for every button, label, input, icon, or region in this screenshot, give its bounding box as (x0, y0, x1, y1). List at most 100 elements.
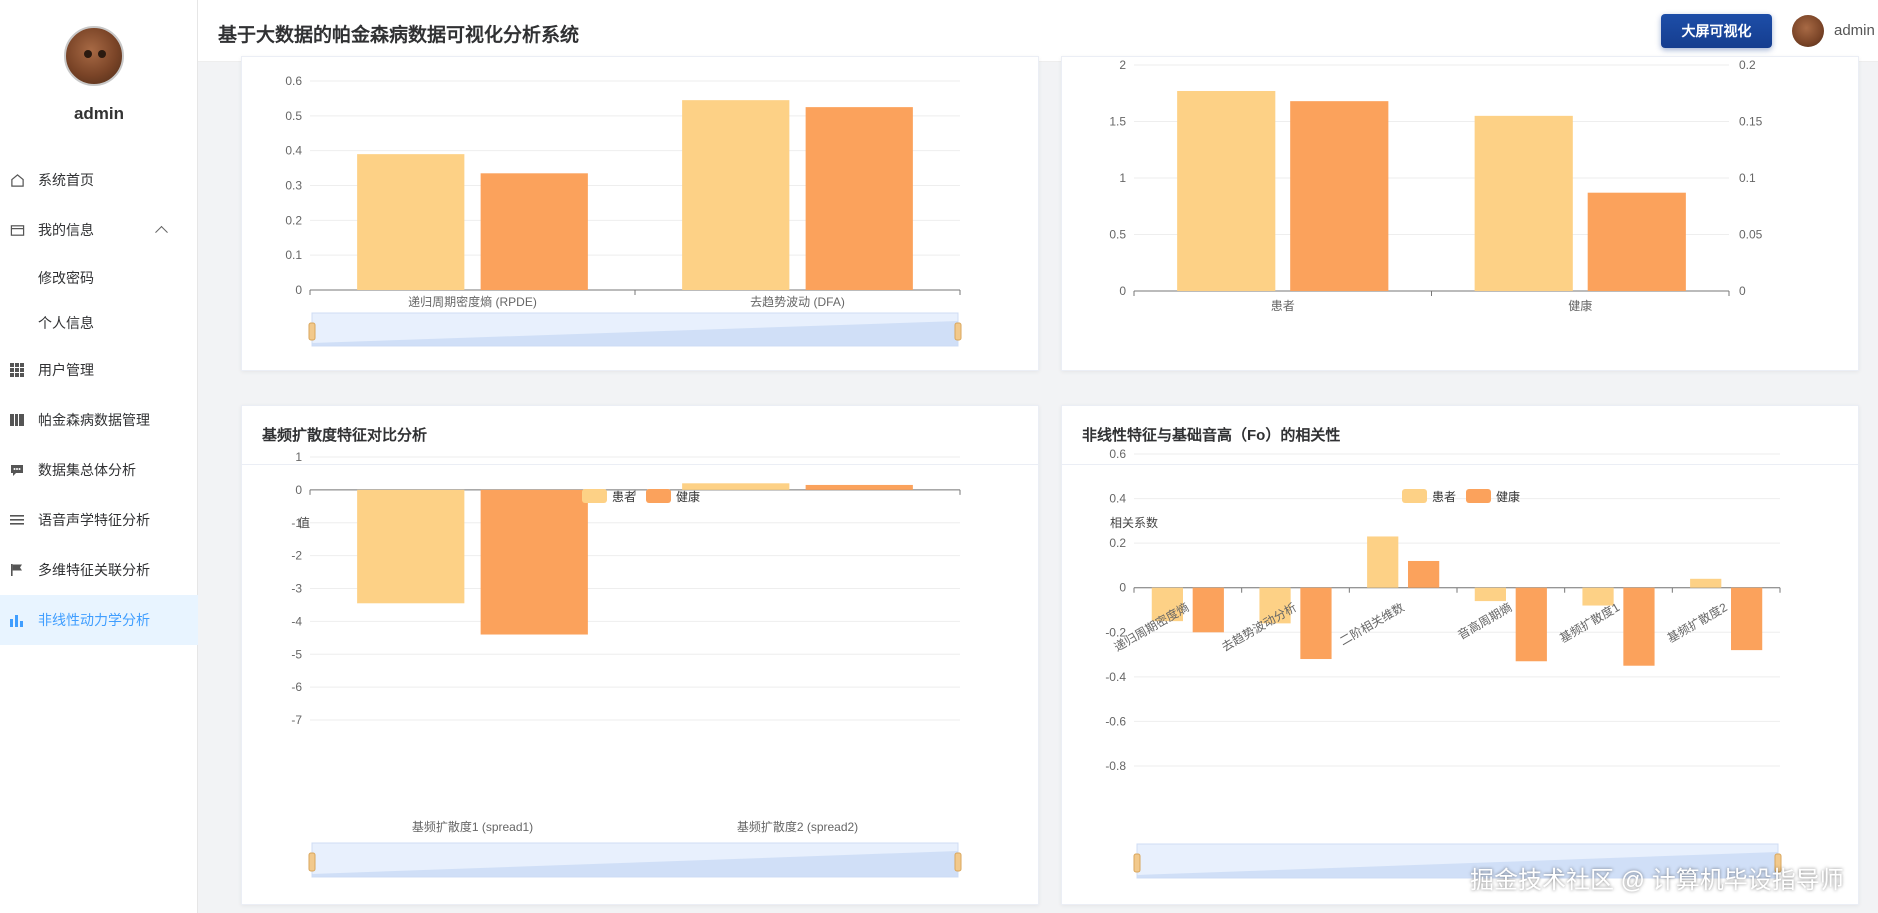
sidebar-item-label: 帕金森病数据管理 (38, 412, 150, 428)
y-tick-label: 0.1 (285, 248, 302, 262)
sidebar-item-acoustic[interactable]: 语音声学特征分析 (0, 495, 198, 545)
datazoom-handle (954, 322, 962, 341)
legend-label: 健康 (1496, 489, 1520, 504)
header-username[interactable]: admin (1834, 22, 1875, 39)
chart-bar (1515, 587, 1547, 662)
y-tick-label: 0.6 (1109, 447, 1126, 461)
y-tick-label: 0.5 (285, 109, 302, 123)
y-tick-label: 0.2 (285, 213, 302, 227)
sidebar-item-pd-data[interactable]: 帕金森病数据管理 (0, 395, 198, 445)
sidebar-item-multi-feature[interactable]: 多维特征关联分析 (0, 545, 198, 595)
sidebar-item-nonlinear[interactable]: 非线性动力学分析 (0, 595, 198, 645)
y-tick-label: 0.2 (1109, 536, 1126, 550)
y-tick-label: 1 (1119, 171, 1126, 185)
datazoom-handle (308, 322, 316, 341)
y-tick-label: 0.4 (1109, 492, 1126, 506)
list-icon (9, 512, 25, 528)
legend-swatch (1466, 489, 1491, 503)
y-tick-label: 1.5 (1109, 115, 1126, 129)
watermark: 掘金技术社区 @ 计算机毕设指导师 (1470, 867, 1844, 894)
y-tick-label: 0 (1119, 581, 1126, 595)
legend-swatch (582, 489, 607, 503)
chart-patient-healthy: 2 1.5 1 0.5 0 0.2 0.15 0.1 0.05 0 患者 健康 (1109, 58, 1763, 313)
chart-card-spread: 基频扩散度特征对比分析 1 0 -1 -2 -3 -4 -5 -6 -7 基频扩散度1 (spre… (241, 405, 1039, 905)
header: 基于大数据的帕金森病数据可视化分析系统 大屏可视化 admin (198, 0, 1878, 62)
y-tick-label: -0.8 (1105, 759, 1126, 773)
x-tick-label: 基频扩散度2 (spread2) (737, 819, 858, 834)
y2-tick-label: 0 (1739, 284, 1746, 298)
chart-rpde-dfa: 0.6 0.5 0.4 0.3 0.2 0.1 0 递归周期密度熵 (RPDE) 去趋势波动 (… (285, 74, 962, 347)
grid-icon (9, 362, 25, 378)
y-tick-label: -0.4 (1105, 670, 1126, 684)
y-tick-label: 0.5 (1109, 228, 1126, 242)
avatar[interactable] (1792, 15, 1824, 47)
sidebar-item-users[interactable]: 用户管理 (0, 345, 198, 395)
y2-tick-label: 0.2 (1739, 58, 1756, 72)
y-tick-label: -5 (291, 647, 302, 661)
chart-bar (480, 489, 588, 635)
chart-bar (1290, 101, 1389, 291)
legend-label: 健康 (676, 489, 700, 504)
sidebar: admin 系统首页 我的信息 修改密码 个人信息 用户管理 帕金森病数据管理 … (0, 0, 198, 913)
sidebar-item-label: 系统首页 (38, 172, 94, 188)
x-tick-label: 去趋势波动 (DFA) (750, 295, 845, 309)
legend-label: 患者 (612, 490, 636, 504)
bar-chart-icon (9, 612, 25, 628)
chart-bar (357, 154, 465, 290)
chart-spread: 10-1-2-3-4-5-6-7基频扩散度1 (spread1) 基频扩散度2 (… (291, 450, 962, 878)
folder-icon (9, 412, 25, 428)
chart-bar (805, 484, 913, 490)
y-tick-label: -7 (291, 713, 302, 727)
sidebar-item-label: 用户管理 (38, 362, 94, 378)
x-tick-label: 基频扩散度1 (1557, 599, 1623, 645)
sidebar-item-dataset-overview[interactable]: 数据集总体分析 (0, 445, 198, 495)
chart-bar (1177, 90, 1276, 291)
avatar[interactable] (64, 26, 124, 86)
chart-bar (805, 107, 913, 290)
chart-correlation: 0.60.40.20-0.2-0.4-0.6-0.8递归周期密度熵 去趋势波动分析… (1105, 447, 1782, 879)
y-tick-label: -3 (291, 582, 302, 596)
chat-icon (9, 462, 25, 478)
chart-bar (357, 489, 465, 604)
y-tick-label: 1 (295, 450, 302, 464)
sidebar-item-profile[interactable]: 个人信息 (0, 300, 198, 345)
chart-bar (1192, 587, 1224, 633)
x-tick-label: 健康 (1568, 298, 1592, 313)
home-icon (9, 172, 25, 188)
legend-swatch (1402, 489, 1427, 503)
legend-swatch (646, 489, 671, 503)
y-tick-label: -0.6 (1105, 714, 1126, 728)
bigscreen-button[interactable]: 大屏可视化 (1661, 14, 1772, 48)
chart-bar (1731, 587, 1763, 651)
sidebar-menu: 系统首页 我的信息 修改密码 个人信息 用户管理 帕金森病数据管理 数据集总体分… (0, 155, 198, 645)
chart-card-nonlinear-features: 0.6 0.5 0.4 0.3 0.2 0.1 0 递归周期密度熵 (RPDE) 去趋势波动 (… (241, 56, 1039, 371)
x-tick-label: 去趋势波动分析 (1219, 600, 1299, 654)
sidebar-item-my-info[interactable]: 我的信息 (0, 205, 198, 255)
y-tick-label: 0.6 (285, 74, 302, 88)
y2-tick-label: 0.05 (1739, 228, 1763, 242)
sidebar-item-home[interactable]: 系统首页 (0, 155, 198, 205)
chart-card-correlation: 非线性特征与基础音高（Fo）的相关性 0.6 0.4 0.2 0 -0.2 -0.4 -0.… (1061, 405, 1859, 905)
x-tick-label: 基频扩散度2 (1664, 599, 1730, 645)
sidebar-item-label: 个人信息 (38, 314, 94, 331)
page-title: 基于大数据的帕金森病数据可视化分析系统 (218, 25, 580, 46)
x-tick-label: 递归周期密度熵 (RPDE) (408, 294, 537, 309)
chart-bar (1408, 560, 1440, 588)
x-tick-label: 基频扩散度1 (spread1) (412, 819, 533, 834)
datazoom-handle (954, 852, 962, 872)
y-axis-label: 值 (298, 515, 310, 530)
sidebar-item-change-password[interactable]: 修改密码 (0, 255, 198, 300)
x-tick-label: 音高周期熵 (1455, 599, 1514, 642)
y-tick-label: 0.3 (285, 179, 302, 193)
chart-card-patient-healthy: 2 1.5 1 0.5 0 0.2 0.15 0.1 0.05 0 患者 健康 (1061, 56, 1859, 371)
y-tick-label: -6 (291, 680, 302, 694)
y-tick-label: 0 (295, 283, 302, 297)
chart-bar (1300, 587, 1332, 660)
chart-bar (480, 173, 588, 290)
chart-bar (682, 100, 790, 291)
y-tick-label: -2 (291, 549, 302, 563)
sidebar-item-label: 修改密码 (38, 269, 94, 286)
y-tick-label: 0.4 (285, 144, 302, 158)
x-tick-label: 患者 (1271, 299, 1295, 313)
chart-bar (1474, 115, 1573, 291)
